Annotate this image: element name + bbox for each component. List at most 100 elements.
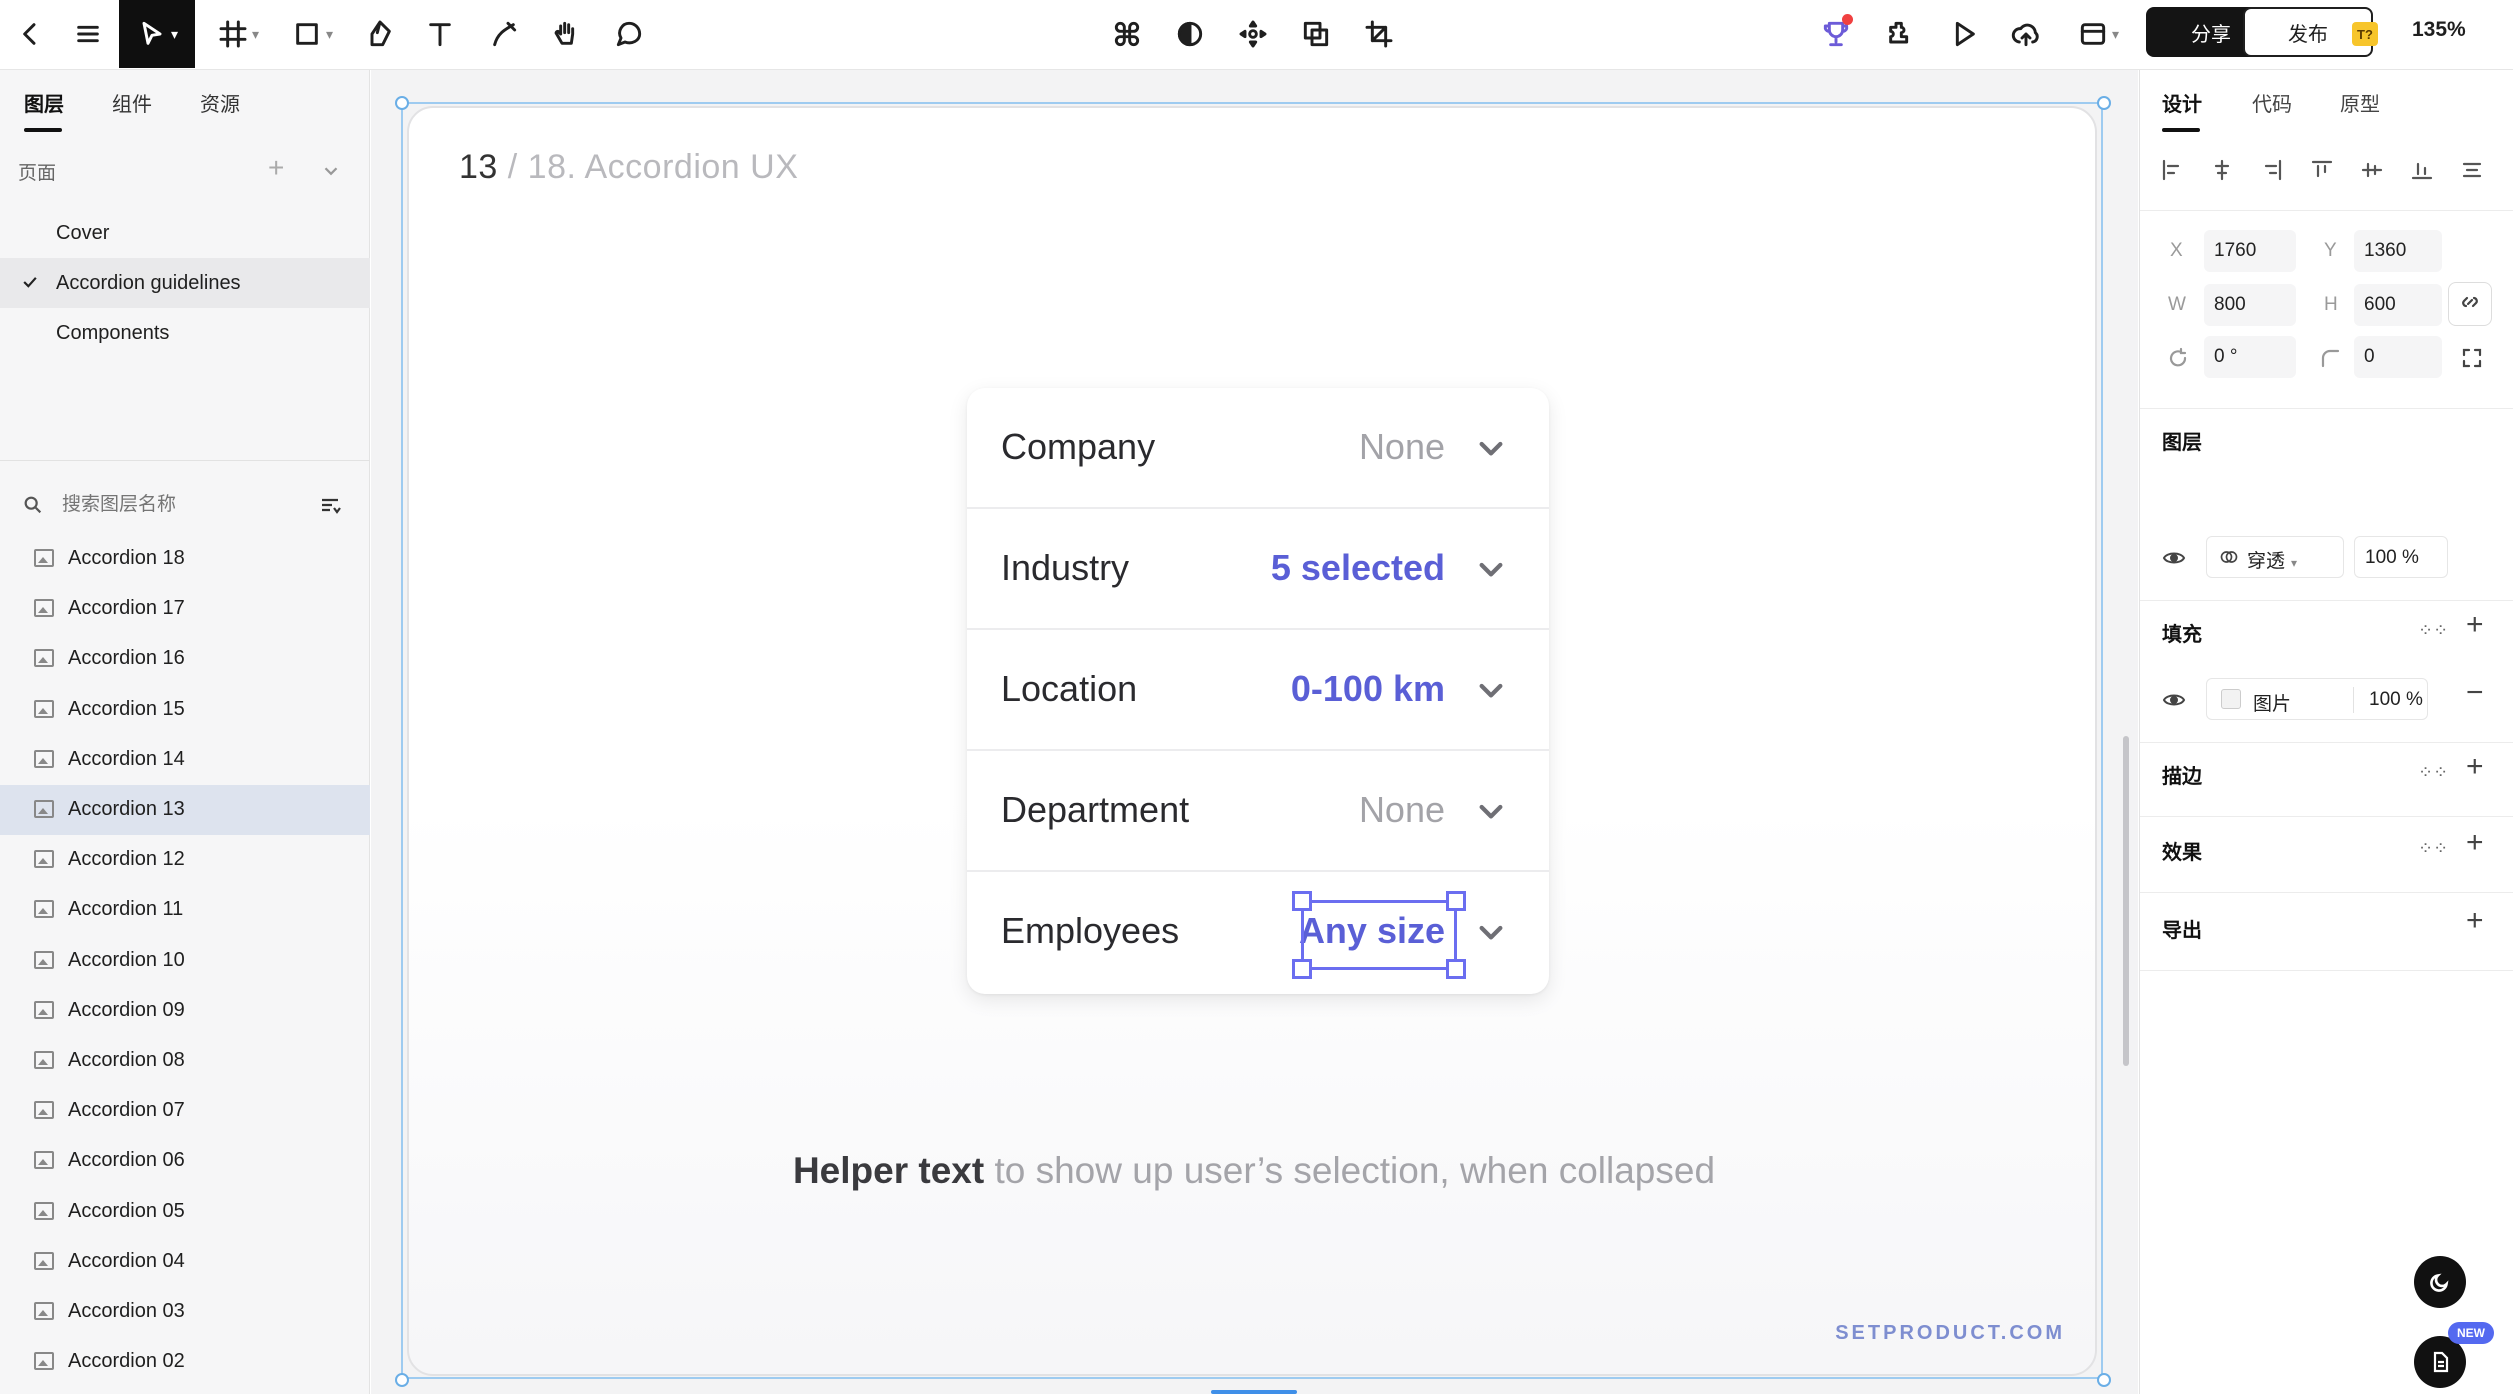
independent-corners-icon[interactable] xyxy=(2460,346,2484,375)
corner-radius-input[interactable]: 0 xyxy=(2354,336,2442,378)
comment-tool-icon[interactable] xyxy=(605,0,653,68)
tab-prototype[interactable]: 原型 xyxy=(2340,88,2380,117)
chevron-down-icon[interactable] xyxy=(1475,795,1507,832)
frame-tool-button[interactable]: ▾ xyxy=(210,0,266,68)
layer-item[interactable]: Accordion 15 xyxy=(0,685,370,735)
theme-toggle-button[interactable] xyxy=(2414,1256,2466,1308)
layer-item[interactable]: Accordion 11 xyxy=(0,885,370,935)
tab-design[interactable]: 设计 xyxy=(2162,88,2202,117)
style-grid-icon[interactable]: ⁘⁘ xyxy=(2418,620,2448,641)
vertical-scrollbar[interactable] xyxy=(2123,736,2129,1066)
layer-item[interactable]: Accordion 18 xyxy=(0,534,370,584)
selection-handle[interactable] xyxy=(1446,959,1466,979)
layer-item[interactable]: Accordion 08 xyxy=(0,1036,370,1086)
accordion-row-department[interactable]: Department None xyxy=(967,751,1549,872)
style-grid-icon[interactable]: ⁘⁘ xyxy=(2418,838,2448,859)
layer-item[interactable]: Accordion 12 xyxy=(0,835,370,885)
mask-icon[interactable] xyxy=(1166,0,1214,68)
upload-cloud-icon[interactable] xyxy=(2002,0,2050,68)
plugin-icon[interactable] xyxy=(1876,0,1924,68)
hand-tool-icon[interactable] xyxy=(542,0,590,68)
search-input[interactable] xyxy=(62,488,302,522)
page-item-cover[interactable]: Cover xyxy=(0,208,370,258)
remove-fill-icon[interactable]: − xyxy=(2466,676,2484,710)
rotation-input[interactable]: 0 ° xyxy=(2204,336,2296,378)
play-icon[interactable] xyxy=(1940,0,1988,68)
layer-opacity-input[interactable]: 100 % xyxy=(2354,536,2448,578)
style-grid-icon[interactable]: ⁘⁘ xyxy=(2418,762,2448,783)
trophy-icon[interactable] xyxy=(1812,0,1860,68)
w-input[interactable]: 800 xyxy=(2204,284,2296,326)
component-icon[interactable] xyxy=(1103,0,1151,68)
artboard-frame[interactable]: 13 / 18. Accordion UX Company None Indus… xyxy=(407,106,2097,1376)
add-fill-icon[interactable]: + xyxy=(2466,608,2484,642)
accordion-row-employees[interactable]: Employees Any size xyxy=(967,872,1549,993)
selection-handle[interactable] xyxy=(1292,891,1312,911)
fill-opacity[interactable]: 100 % xyxy=(2369,689,2423,711)
chevron-down-icon[interactable] xyxy=(1475,553,1507,590)
align-left-icon[interactable] xyxy=(2160,158,2184,187)
layer-item[interactable]: Accordion 16 xyxy=(0,634,370,684)
accordion-row-company[interactable]: Company None xyxy=(967,388,1549,509)
align-right-icon[interactable] xyxy=(2260,158,2284,187)
eye-icon[interactable] xyxy=(2162,688,2186,717)
layer-item[interactable]: Accordion 03 xyxy=(0,1287,370,1337)
layer-item[interactable]: Accordion 10 xyxy=(0,936,370,986)
tab-components[interactable]: 组件 xyxy=(112,88,152,117)
page-item-accordion-guidelines[interactable]: Accordion guidelines xyxy=(0,258,370,308)
chevron-down-icon[interactable] xyxy=(1475,674,1507,711)
add-stroke-icon[interactable]: + xyxy=(2466,750,2484,784)
back-icon[interactable] xyxy=(6,0,54,68)
layer-item[interactable]: Accordion 09 xyxy=(0,986,370,1036)
collapse-pages-icon[interactable] xyxy=(320,160,342,187)
y-input[interactable]: 1360 xyxy=(2354,230,2442,272)
accordion-row-industry[interactable]: Industry 5 selected xyxy=(967,509,1549,630)
layer-item[interactable]: Accordion 02 xyxy=(0,1337,370,1387)
align-center-v-icon[interactable] xyxy=(2360,158,2384,187)
resize-handle[interactable] xyxy=(2097,96,2111,110)
layer-item[interactable]: Accordion 04 xyxy=(0,1237,370,1287)
horizontal-scrollbar[interactable] xyxy=(1211,1390,1297,1394)
x-input[interactable]: 1760 xyxy=(2204,230,2296,272)
tab-layers[interactable]: 图层 xyxy=(24,88,64,117)
chevron-down-icon[interactable] xyxy=(1475,916,1507,953)
fill-row[interactable]: 图片 100 % xyxy=(2206,678,2428,720)
tab-code[interactable]: 代码 xyxy=(2252,88,2292,117)
layer-item[interactable]: Accordion 07 xyxy=(0,1086,370,1136)
ai-badge[interactable]: T? xyxy=(2352,22,2378,46)
shape-tool-button[interactable]: ▾ xyxy=(284,0,340,68)
layer-item[interactable]: Accordion 17 xyxy=(0,584,370,634)
filter-icon[interactable] xyxy=(318,494,342,523)
align-center-h-icon[interactable] xyxy=(2210,158,2234,187)
layer-item[interactable]: Accordion 06 xyxy=(0,1136,370,1186)
resize-handle[interactable] xyxy=(2097,1373,2111,1387)
h-input[interactable]: 600 xyxy=(2354,284,2442,326)
page-item-components[interactable]: Components xyxy=(0,308,370,358)
add-page-icon[interactable]: + xyxy=(268,152,284,184)
resize-handle[interactable] xyxy=(395,96,409,110)
resize-handle[interactable] xyxy=(395,1373,409,1387)
boolean-icon[interactable] xyxy=(1292,0,1340,68)
distribute-icon[interactable] xyxy=(2460,158,2484,187)
layer-item[interactable]: Accordion 13 xyxy=(0,785,370,835)
eye-icon[interactable] xyxy=(2162,546,2186,575)
pencil-tool-icon[interactable] xyxy=(480,0,528,68)
pen-tool-icon[interactable] xyxy=(356,0,404,68)
blend-mode-select[interactable]: 穿透 ▾ xyxy=(2206,536,2344,578)
align-top-icon[interactable] xyxy=(2310,158,2334,187)
text-tool-icon[interactable] xyxy=(416,0,464,68)
tab-assets[interactable]: 资源 xyxy=(200,88,240,117)
add-effect-icon[interactable]: + xyxy=(2466,826,2484,860)
selection-handle[interactable] xyxy=(1446,891,1466,911)
layer-item[interactable]: Accordion 14 xyxy=(0,735,370,785)
selection-handle[interactable] xyxy=(1292,959,1312,979)
accordion-row-location[interactable]: Location 0-100 km xyxy=(967,630,1549,751)
add-export-icon[interactable]: + xyxy=(2466,904,2484,938)
constrain-proportions-button[interactable] xyxy=(2448,282,2492,326)
chevron-down-icon[interactable] xyxy=(1475,432,1507,469)
crop-icon[interactable] xyxy=(1355,0,1403,68)
layer-item[interactable]: Accordion 05 xyxy=(0,1187,370,1237)
canvas[interactable]: 13 / 18. Accordion UX Company None Indus… xyxy=(371,70,2138,1394)
align-bottom-icon[interactable] xyxy=(2410,158,2434,187)
menu-icon[interactable] xyxy=(64,0,112,68)
